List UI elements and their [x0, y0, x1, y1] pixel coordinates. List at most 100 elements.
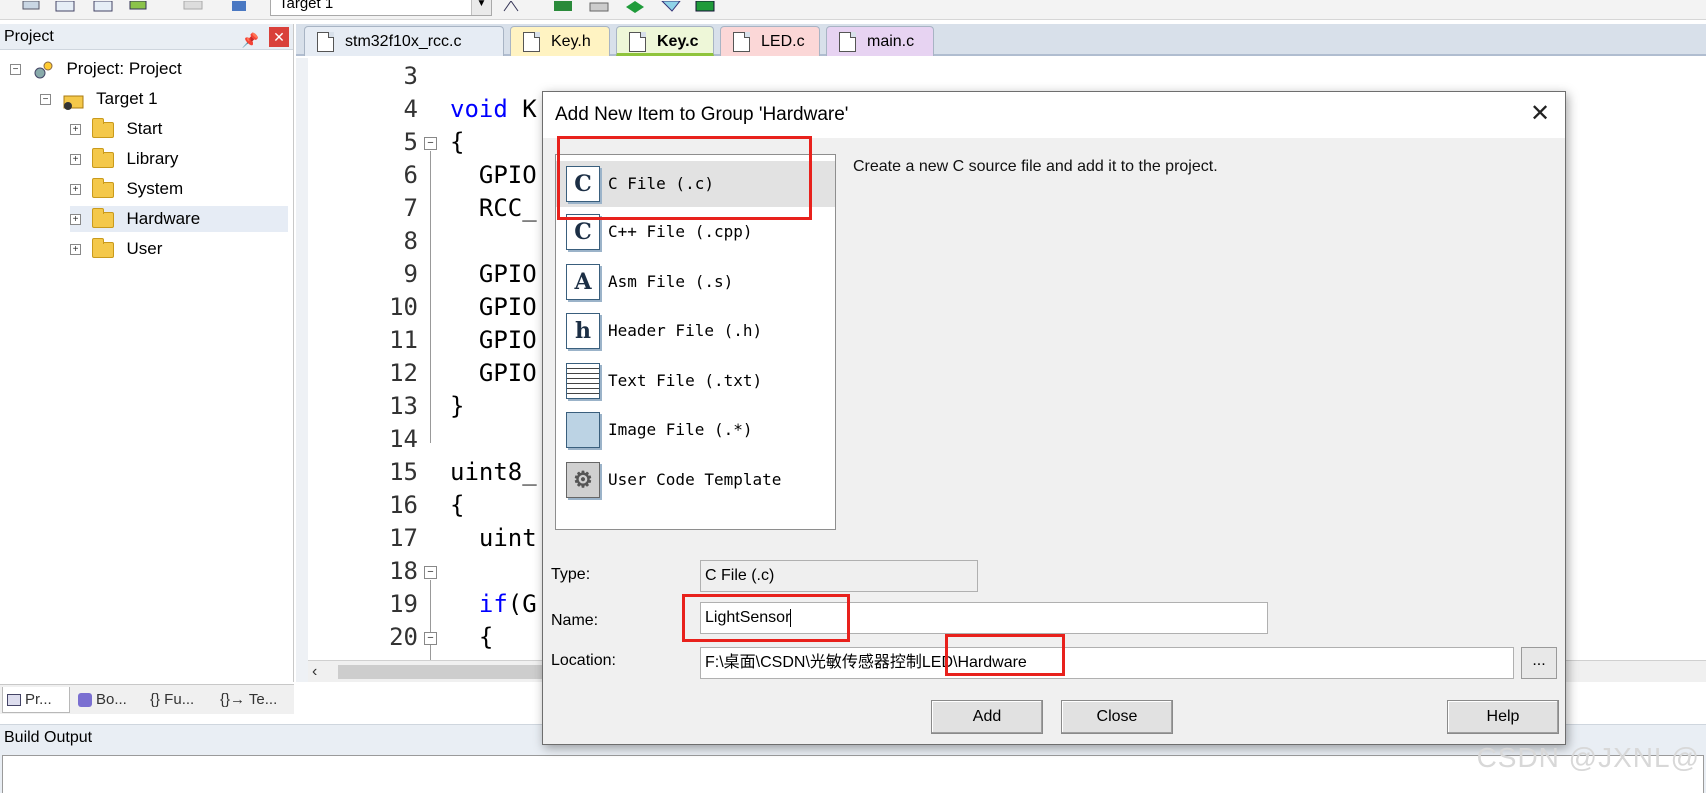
list-item-header-file[interactable]: h Header File (.h) [556, 308, 835, 354]
pin-icon[interactable]: 📌 [242, 27, 259, 53]
project-panel: Project 📌 ✕ − Project: Project − Target … [0, 24, 294, 682]
line-number: 17 [389, 524, 418, 552]
filter-icon[interactable] [660, 0, 682, 14]
tab-key-c[interactable]: Key.c [616, 26, 714, 56]
line-number: 16 [389, 491, 418, 519]
line-number: 3 [403, 62, 418, 90]
collapse-icon[interactable]: − [10, 64, 21, 76]
expand-icon[interactable]: + [70, 154, 81, 166]
chevron-down-icon[interactable]: ▼ [471, 0, 491, 15]
scroll-left-icon[interactable]: ‹ [312, 661, 317, 683]
window-grid-icon[interactable] [92, 0, 114, 14]
tree-item-hardware[interactable]: + Hardware [70, 206, 288, 232]
manage-icon[interactable] [552, 0, 574, 14]
code-line: } [450, 392, 465, 420]
expand-icon[interactable]: + [70, 244, 81, 256]
name-input-value: LightSensor [705, 609, 791, 626]
folder-icon [91, 237, 114, 258]
expand-icon[interactable]: + [70, 214, 81, 226]
item-type-list[interactable]: C C File (.c) C C++ File (.cpp) A Asm Fi… [555, 154, 836, 530]
help-button[interactable]: Help [1447, 700, 1559, 734]
disabled-tool-icon[interactable] [182, 0, 204, 14]
tab-templates[interactable]: {}→ Te... [216, 687, 290, 713]
code-line: GPIO [450, 326, 537, 354]
window-icon[interactable] [54, 0, 76, 14]
line-number: 9 [403, 260, 418, 288]
text-cursor [790, 608, 792, 627]
line-number: 7 [403, 194, 418, 222]
line-number: 6 [403, 161, 418, 189]
toolbar: Target 1 ▼ [0, 0, 1706, 20]
code-line: if(G [450, 590, 537, 618]
file-key-icon [317, 32, 334, 52]
tab-key-h[interactable]: Key.h [510, 26, 610, 56]
collapse-icon[interactable]: − [40, 94, 51, 106]
tab-label: Key.h [551, 33, 591, 50]
tree-item-target[interactable]: − Target 1 [40, 86, 158, 112]
code-line: { [450, 491, 465, 519]
editor-tabs: stm32f10x_rcc.c Key.h Key.c LED.c main.c [296, 24, 1706, 56]
code-line: GPIO [450, 161, 537, 189]
close-icon[interactable]: ✕ [1527, 102, 1553, 128]
tab-functions[interactable]: {} Fu... [146, 687, 214, 713]
list-item-asm-file[interactable]: A Asm File (.s) [556, 259, 835, 305]
list-item-text-file[interactable]: Text File (.txt) [556, 358, 835, 404]
name-input[interactable]: LightSensor [700, 602, 1268, 634]
tab-label: stm32f10x_rcc.c [345, 33, 462, 50]
folder-icon [91, 207, 114, 228]
tab-stm32f10x-rcc-c[interactable]: stm32f10x_rcc.c [304, 26, 504, 56]
item-label: Text File (.txt) [608, 371, 763, 390]
line-number: 14 [389, 425, 418, 453]
project-panel-title: Project [4, 28, 54, 45]
item-label: Asm File (.s) [608, 272, 734, 291]
line-number: 10 [389, 293, 418, 321]
expand-icon[interactable]: + [70, 184, 81, 196]
fold-toggle-icon[interactable]: − [424, 632, 437, 645]
add-button[interactable]: Add [931, 700, 1043, 734]
text-file-icon [566, 363, 600, 399]
code-text: (G [507, 590, 537, 618]
project-tab-icon [7, 694, 21, 707]
scrollbar-thumb[interactable] [338, 665, 558, 679]
fold-guide [430, 151, 431, 443]
list-item-image-file[interactable]: Image File (.*) [556, 407, 835, 453]
build-output-area[interactable] [2, 755, 1704, 793]
file-icon [629, 32, 646, 52]
item-label: User Code Template [608, 470, 782, 489]
panel-close-icon[interactable]: ✕ [269, 27, 289, 47]
line-number: 5 [403, 128, 418, 156]
tree-item-library[interactable]: + Library [70, 146, 178, 172]
layers-icon[interactable] [20, 0, 42, 14]
code-line: uint [450, 524, 537, 552]
print-icon[interactable] [588, 0, 610, 14]
tab-led-c[interactable]: LED.c [720, 26, 820, 56]
stack-icon[interactable] [128, 0, 150, 14]
target-select[interactable]: Target 1 ▼ [270, 0, 492, 16]
code-text: K [507, 95, 537, 123]
browse-button[interactable]: ... [1521, 647, 1557, 679]
pack-installer-icon[interactable] [694, 0, 716, 14]
tab-main-c[interactable]: main.c [826, 26, 934, 56]
tree-item-start[interactable]: + Start [70, 116, 162, 142]
list-item-user-code-template[interactable]: ⚙ User Code Template [556, 457, 835, 503]
close-button[interactable]: Close [1061, 700, 1173, 734]
list-item-cpp-file[interactable]: C C++ File (.cpp) [556, 209, 835, 255]
header-file-icon: h [566, 313, 600, 349]
project-panel-tabs: Pr... Bo... {} Fu... {}→ Te... [0, 684, 294, 714]
tree-item-project[interactable]: − Project: Project [10, 56, 182, 82]
tab-project[interactable]: Pr... [2, 687, 70, 713]
expand-icon[interactable]: + [70, 124, 81, 136]
item-label: Header File (.h) [608, 321, 763, 340]
tree-item-user[interactable]: + User [70, 236, 162, 262]
watermark: CSDN @JXNL@ [1476, 742, 1700, 773]
location-input[interactable]: F:\桌面\CSDN\光敏传感器控制LED\Hardware [700, 647, 1514, 679]
fold-toggle-icon[interactable]: − [424, 137, 437, 150]
fold-toggle-icon[interactable]: − [424, 566, 437, 579]
download-icon[interactable] [228, 0, 250, 14]
tree-item-system[interactable]: + System [70, 176, 183, 202]
tab-books[interactable]: Bo... [74, 687, 142, 713]
options-icon[interactable] [500, 0, 522, 14]
diamond-icon[interactable] [624, 0, 646, 14]
list-item-c-file[interactable]: C C File (.c) [556, 161, 835, 207]
line-number: 20 [389, 623, 418, 651]
